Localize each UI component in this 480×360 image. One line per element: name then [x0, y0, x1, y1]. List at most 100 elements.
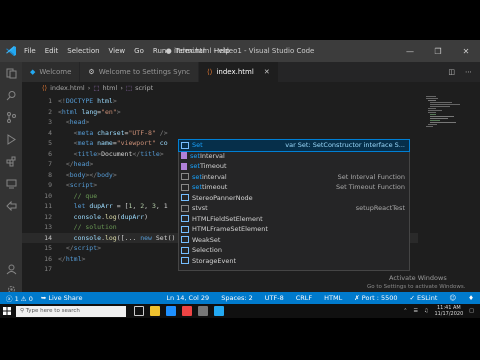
activate-windows-title: Activate Windows	[389, 274, 447, 282]
line-number: 16	[44, 254, 52, 263]
vscode-icon: ◆	[30, 68, 36, 76]
code-line[interactable]: 1 <!DOCTYPE html>	[22, 96, 418, 107]
code-token: co	[155, 139, 168, 148]
run-debug-icon[interactable]	[0, 128, 22, 150]
system-tray: ⌃ ☰ ♫ 11:41 AM 11/17/2020 □	[403, 305, 480, 317]
volume-icon[interactable]: ♫	[424, 308, 428, 314]
breadcrumb-item[interactable]: index.html	[50, 84, 85, 92]
menu-item-go[interactable]: Go	[134, 47, 144, 55]
breadcrumb-item[interactable]: html	[103, 84, 118, 92]
menu-item-edit[interactable]: Edit	[45, 47, 59, 55]
code-token: = [	[112, 202, 129, 211]
line-number: 15	[44, 244, 52, 253]
code-text: console.log([... new Set()	[58, 233, 176, 242]
search-icon[interactable]	[0, 84, 22, 106]
live-share-icon[interactable]	[0, 194, 22, 216]
code-token: body	[69, 170, 86, 179]
suggestion-item[interactable]: set Interval	[179, 151, 409, 162]
source-control-icon[interactable]	[0, 106, 22, 128]
menu-item-file[interactable]: File	[24, 47, 36, 55]
suggestion-item[interactable]: stvst setupReactTest	[179, 203, 409, 214]
eslint-status[interactable]: ✓ ESLint	[410, 294, 438, 302]
windows-start-icon[interactable]	[0, 304, 14, 318]
code-text: <meta charset="UTF-8" />	[58, 129, 168, 137]
suggestion-item[interactable]: WeakSet	[179, 235, 409, 246]
mail-icon[interactable]	[166, 306, 176, 316]
close-tab-icon[interactable]: ✕	[264, 68, 270, 76]
letterbox-top	[0, 0, 480, 40]
code-token: head	[69, 118, 86, 127]
suggestion-item[interactable]: HTMLFrameSetElement	[179, 224, 409, 235]
taskbar-search-box[interactable]: ⚲ Type here to search	[16, 305, 126, 317]
line-number: 9	[48, 181, 52, 190]
cursor-position[interactable]: Ln 14, Col 29	[166, 294, 209, 302]
code-token: head	[73, 160, 90, 169]
line-number: 7	[48, 160, 52, 169]
indentation[interactable]: Spaces: 2	[221, 294, 253, 302]
network-icon[interactable]: ☰	[413, 308, 417, 314]
menu-item-help[interactable]: Help	[214, 47, 230, 55]
tab-3[interactable]: ⟨⟩ index.html ✕	[199, 62, 279, 82]
chrome-icon[interactable]	[182, 306, 192, 316]
more-actions-icon[interactable]: ⋯	[465, 68, 472, 76]
account-icon[interactable]	[0, 258, 22, 280]
vscode-taskbar-icon[interactable]	[214, 306, 224, 316]
suggestion-item[interactable]: set Timeout	[179, 161, 409, 172]
tab-1[interactable]: ◆ Welcome	[22, 62, 81, 82]
restore-icon[interactable]: ❐	[424, 40, 452, 62]
tray-chevron-icon[interactable]: ⌃	[403, 308, 407, 314]
editor-actions: ◫ ⋯	[448, 62, 480, 82]
suggestion-item[interactable]: Set var Set: SetConstructor interface S..…	[178, 139, 410, 152]
split-editor-icon[interactable]: ◫	[448, 68, 455, 76]
html-file-icon: ⟨⟩	[207, 68, 213, 76]
menu-item-terminal[interactable]: Terminal	[175, 47, 205, 55]
live-share-status[interactable]: ➥ Live Share	[41, 294, 83, 302]
vscode-window: File Edit Selection View Go Run Terminal Help ●…	[0, 40, 480, 318]
code-token: >	[85, 118, 90, 127]
close-icon[interactable]: ✕	[452, 40, 480, 62]
suggestion-item[interactable]: StereoPannerNode	[179, 193, 409, 204]
minimap[interactable]	[418, 94, 468, 174]
code-text: </script>	[58, 244, 101, 252]
menu-item-run[interactable]: Run	[153, 47, 166, 55]
code-token: title	[77, 149, 98, 158]
menu-item-view[interactable]: View	[109, 47, 126, 55]
suggestion-item[interactable]: StorageEvent	[179, 256, 409, 267]
explorer-icon[interactable]	[0, 62, 22, 84]
code-token: </	[65, 244, 74, 253]
feedback-icon[interactable]: ☺	[449, 294, 456, 302]
clock[interactable]: 11:41 AM 11/17/2020	[434, 305, 463, 317]
taskbar-search-placeholder: Type here to search	[25, 308, 80, 314]
code-token: Set	[151, 233, 168, 242]
error-count: 1	[14, 295, 19, 303]
code-line[interactable]: 4 <meta charset="UTF-8" />	[22, 128, 418, 139]
suggestion-item[interactable]: set interval Set Interval Function	[179, 172, 409, 183]
line-ending[interactable]: CRLF	[296, 294, 312, 302]
language-mode[interactable]: HTML	[324, 294, 342, 302]
code-line[interactable]: 2 <html lang="en">	[22, 107, 418, 118]
app-icon[interactable]	[198, 306, 208, 316]
action-center-icon[interactable]: □	[469, 308, 474, 314]
live-server-port[interactable]: ✗ Port : 5500	[354, 294, 397, 302]
line-number: 6	[48, 149, 52, 158]
encoding[interactable]: UTF-8	[265, 294, 284, 302]
breadcrumb-item[interactable]: script	[135, 84, 153, 92]
suggestion-item[interactable]: Selection	[179, 245, 409, 256]
vertical-scrollbar[interactable]	[468, 94, 480, 304]
suggestion-item[interactable]: set timeout Set Timeout Function	[179, 182, 409, 193]
remote-explorer-icon[interactable]	[0, 172, 22, 194]
file-explorer-icon[interactable]	[150, 306, 160, 316]
problems-indicator[interactable]: ⓧ 1 ⚠ 0	[6, 293, 33, 303]
editor-tabs: ◆ Welcome ⚙ Welcome to Settings Sync ⟨⟩ index…	[22, 62, 480, 82]
code-token: log	[104, 212, 117, 221]
menu-item-selection[interactable]: Selection	[67, 47, 99, 55]
extensions-icon[interactable]	[0, 150, 22, 172]
minimize-icon[interactable]: —	[396, 40, 424, 62]
suggestion-label: Interval	[199, 151, 225, 160]
tab-2[interactable]: ⚙ Welcome to Settings Sync	[80, 62, 200, 82]
notifications-icon[interactable]: ♦	[468, 294, 474, 302]
task-view-icon[interactable]	[134, 306, 144, 316]
suggestion-item[interactable]: HTMLFieldSetElement	[179, 214, 409, 225]
code-line[interactable]: 3 <head>	[22, 117, 418, 128]
